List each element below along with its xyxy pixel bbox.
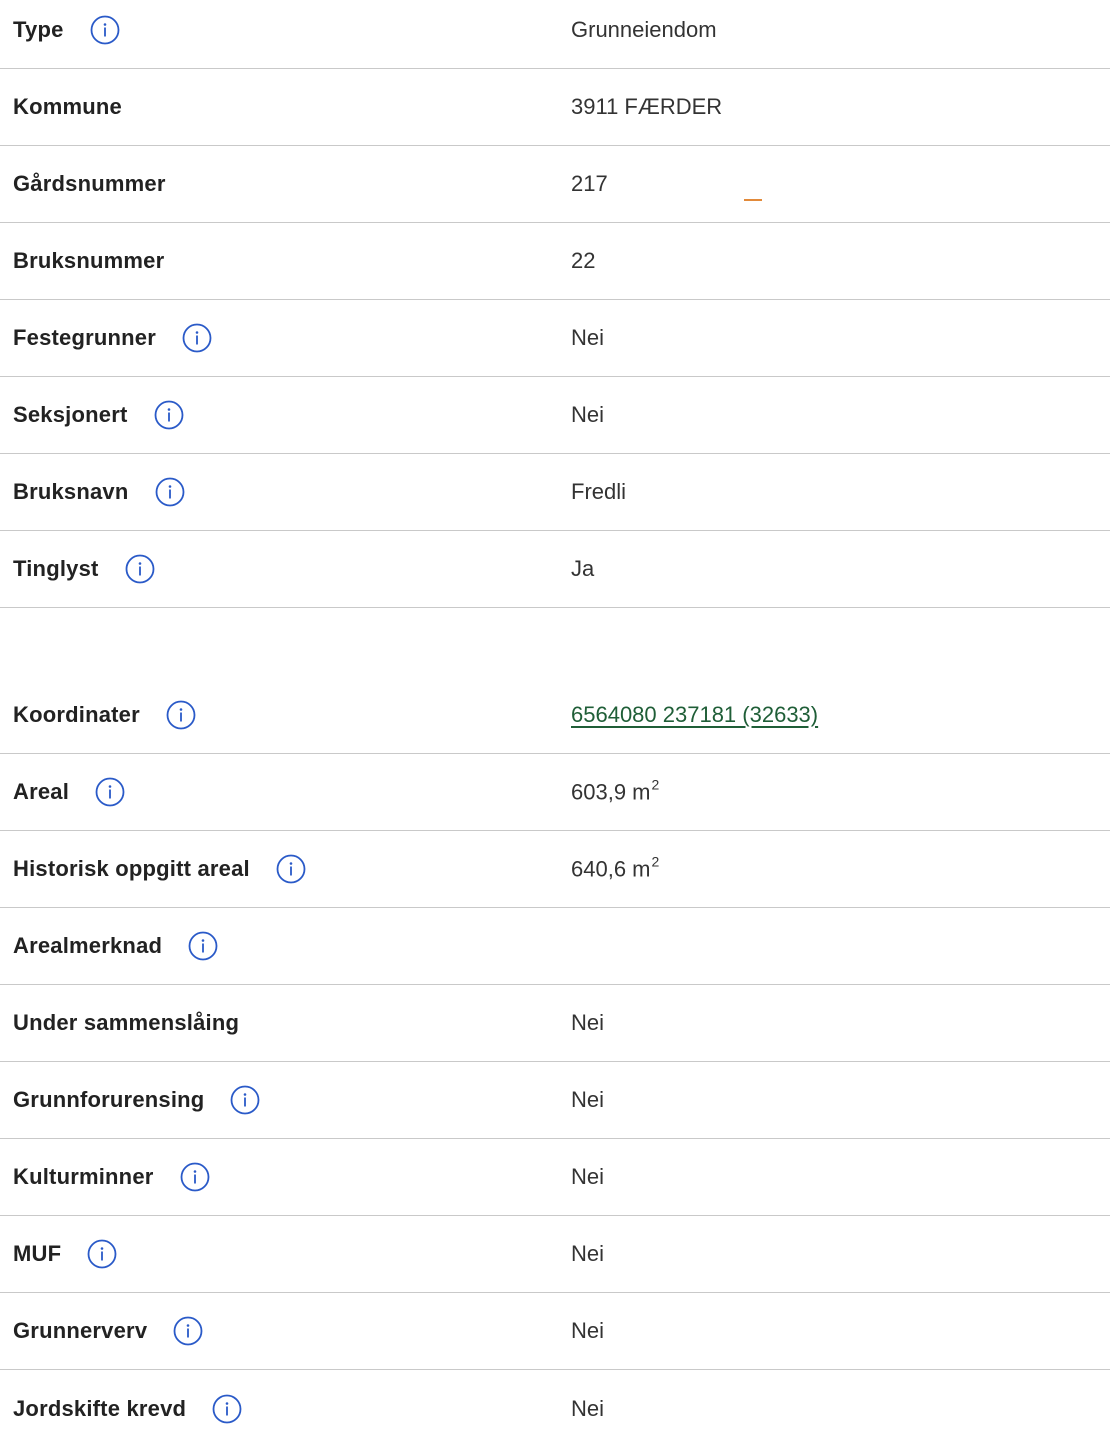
row-value: Nei (571, 1318, 605, 1343)
row-koordinater: Koordinater 6564080 237181 (32633) (0, 677, 1110, 754)
row-value: Nei (571, 1087, 605, 1112)
area-value: 640,6 m (571, 856, 651, 882)
row-label: Historisk oppgitt areal (13, 856, 250, 881)
row-sammenslaing: Under sammenslåing Nei (0, 985, 1110, 1062)
row-value: Nei (571, 402, 605, 427)
row-grunnerverv: Grunnerverv Nei (0, 1293, 1110, 1370)
row-label: Jordskifte krevd (13, 1395, 187, 1421)
row-bruksnavn: Bruksnavn Fredli (0, 454, 1110, 531)
coordinates-link[interactable]: 6564080 237181 (32633) (571, 702, 818, 727)
info-icon[interactable] (166, 700, 196, 730)
row-kulturminner: Kulturminner Nei (0, 1139, 1110, 1216)
info-icon[interactable] (182, 323, 212, 353)
row-value: 22 (571, 248, 596, 273)
row-label: Arealmerknad (13, 933, 163, 958)
row-label: Bruksnavn (13, 479, 129, 504)
info-icon[interactable] (230, 1085, 260, 1115)
row-value: Nei (571, 1241, 605, 1266)
info-icon[interactable] (95, 777, 125, 807)
row-tinglyst: Tinglyst Ja (0, 531, 1110, 608)
row-areal: Areal 603,9 m2 (0, 754, 1110, 831)
row-bruksnummer: Bruksnummer 22 (0, 223, 1110, 300)
row-value: Nei (571, 325, 605, 350)
row-label: Kulturminner (13, 1164, 154, 1189)
row-label: Kommune (13, 94, 122, 119)
row-kommune: Kommune 3911 FÆRDER (0, 69, 1110, 146)
stray-mark (744, 199, 762, 201)
row-value: 3911 FÆRDER (571, 94, 723, 119)
row-arealmerknad: Arealmerknad (0, 908, 1110, 985)
info-icon[interactable] (188, 931, 218, 961)
info-icon[interactable] (173, 1316, 203, 1346)
row-grunnforurensing: Grunnforurensing Nei (0, 1062, 1110, 1139)
row-value: Fredli (571, 479, 627, 504)
row-value: Nei (571, 1010, 605, 1035)
row-label: Tinglyst (13, 556, 99, 581)
unit-superscript: 2 (651, 776, 660, 793)
row-label: Type (13, 17, 64, 42)
row-label: Gårdsnummer (13, 171, 166, 196)
row-label: Festegrunner (13, 325, 156, 350)
row-label: Bruksnummer (13, 248, 165, 273)
row-label: Seksjonert (13, 402, 128, 427)
row-value: Nei (571, 1164, 605, 1189)
area-value: 603,9 m (571, 779, 651, 805)
info-icon[interactable] (155, 477, 185, 507)
row-muf: MUF Nei (0, 1216, 1110, 1293)
info-icon[interactable] (87, 1239, 117, 1269)
unit-superscript: 2 (651, 853, 660, 870)
row-type: Type Grunneiendom (0, 0, 1110, 69)
info-icon[interactable] (180, 1162, 210, 1192)
row-festegrunner: Festegrunner Nei (0, 300, 1110, 377)
row-jordskifte: Jordskifte krevd Nei (0, 1370, 1110, 1447)
row-value: Ja (571, 556, 595, 581)
row-label: Grunnforurensing (13, 1087, 205, 1112)
row-label: Grunnerverv (13, 1318, 148, 1343)
property-info-section: Type Grunneiendom Kommune 3911 FÆRDER Gå… (0, 0, 1110, 608)
row-gardsnummer: Gårdsnummer 217 (0, 146, 1110, 223)
info-icon[interactable] (90, 15, 120, 45)
info-icon[interactable] (154, 400, 184, 430)
row-label: Areal (13, 779, 70, 804)
row-value: 603,9 m2 (571, 776, 660, 805)
info-icon[interactable] (276, 854, 306, 884)
row-value: 217 (571, 171, 608, 196)
row-label: MUF (13, 1241, 62, 1266)
row-historisk-areal: Historisk oppgitt areal 640,6 m2 (0, 831, 1110, 908)
row-seksjonert: Seksjonert Nei (0, 377, 1110, 454)
row-value: Nei (571, 1395, 605, 1421)
info-icon[interactable] (125, 554, 155, 584)
row-value: Grunneiendom (571, 17, 717, 42)
row-value: 640,6 m2 (571, 853, 660, 882)
area-info-section: Koordinater 6564080 237181 (32633) Areal… (0, 677, 1110, 1447)
row-label: Koordinater (13, 702, 140, 727)
info-icon[interactable] (212, 1394, 242, 1424)
row-label: Under sammenslåing (13, 1010, 240, 1035)
